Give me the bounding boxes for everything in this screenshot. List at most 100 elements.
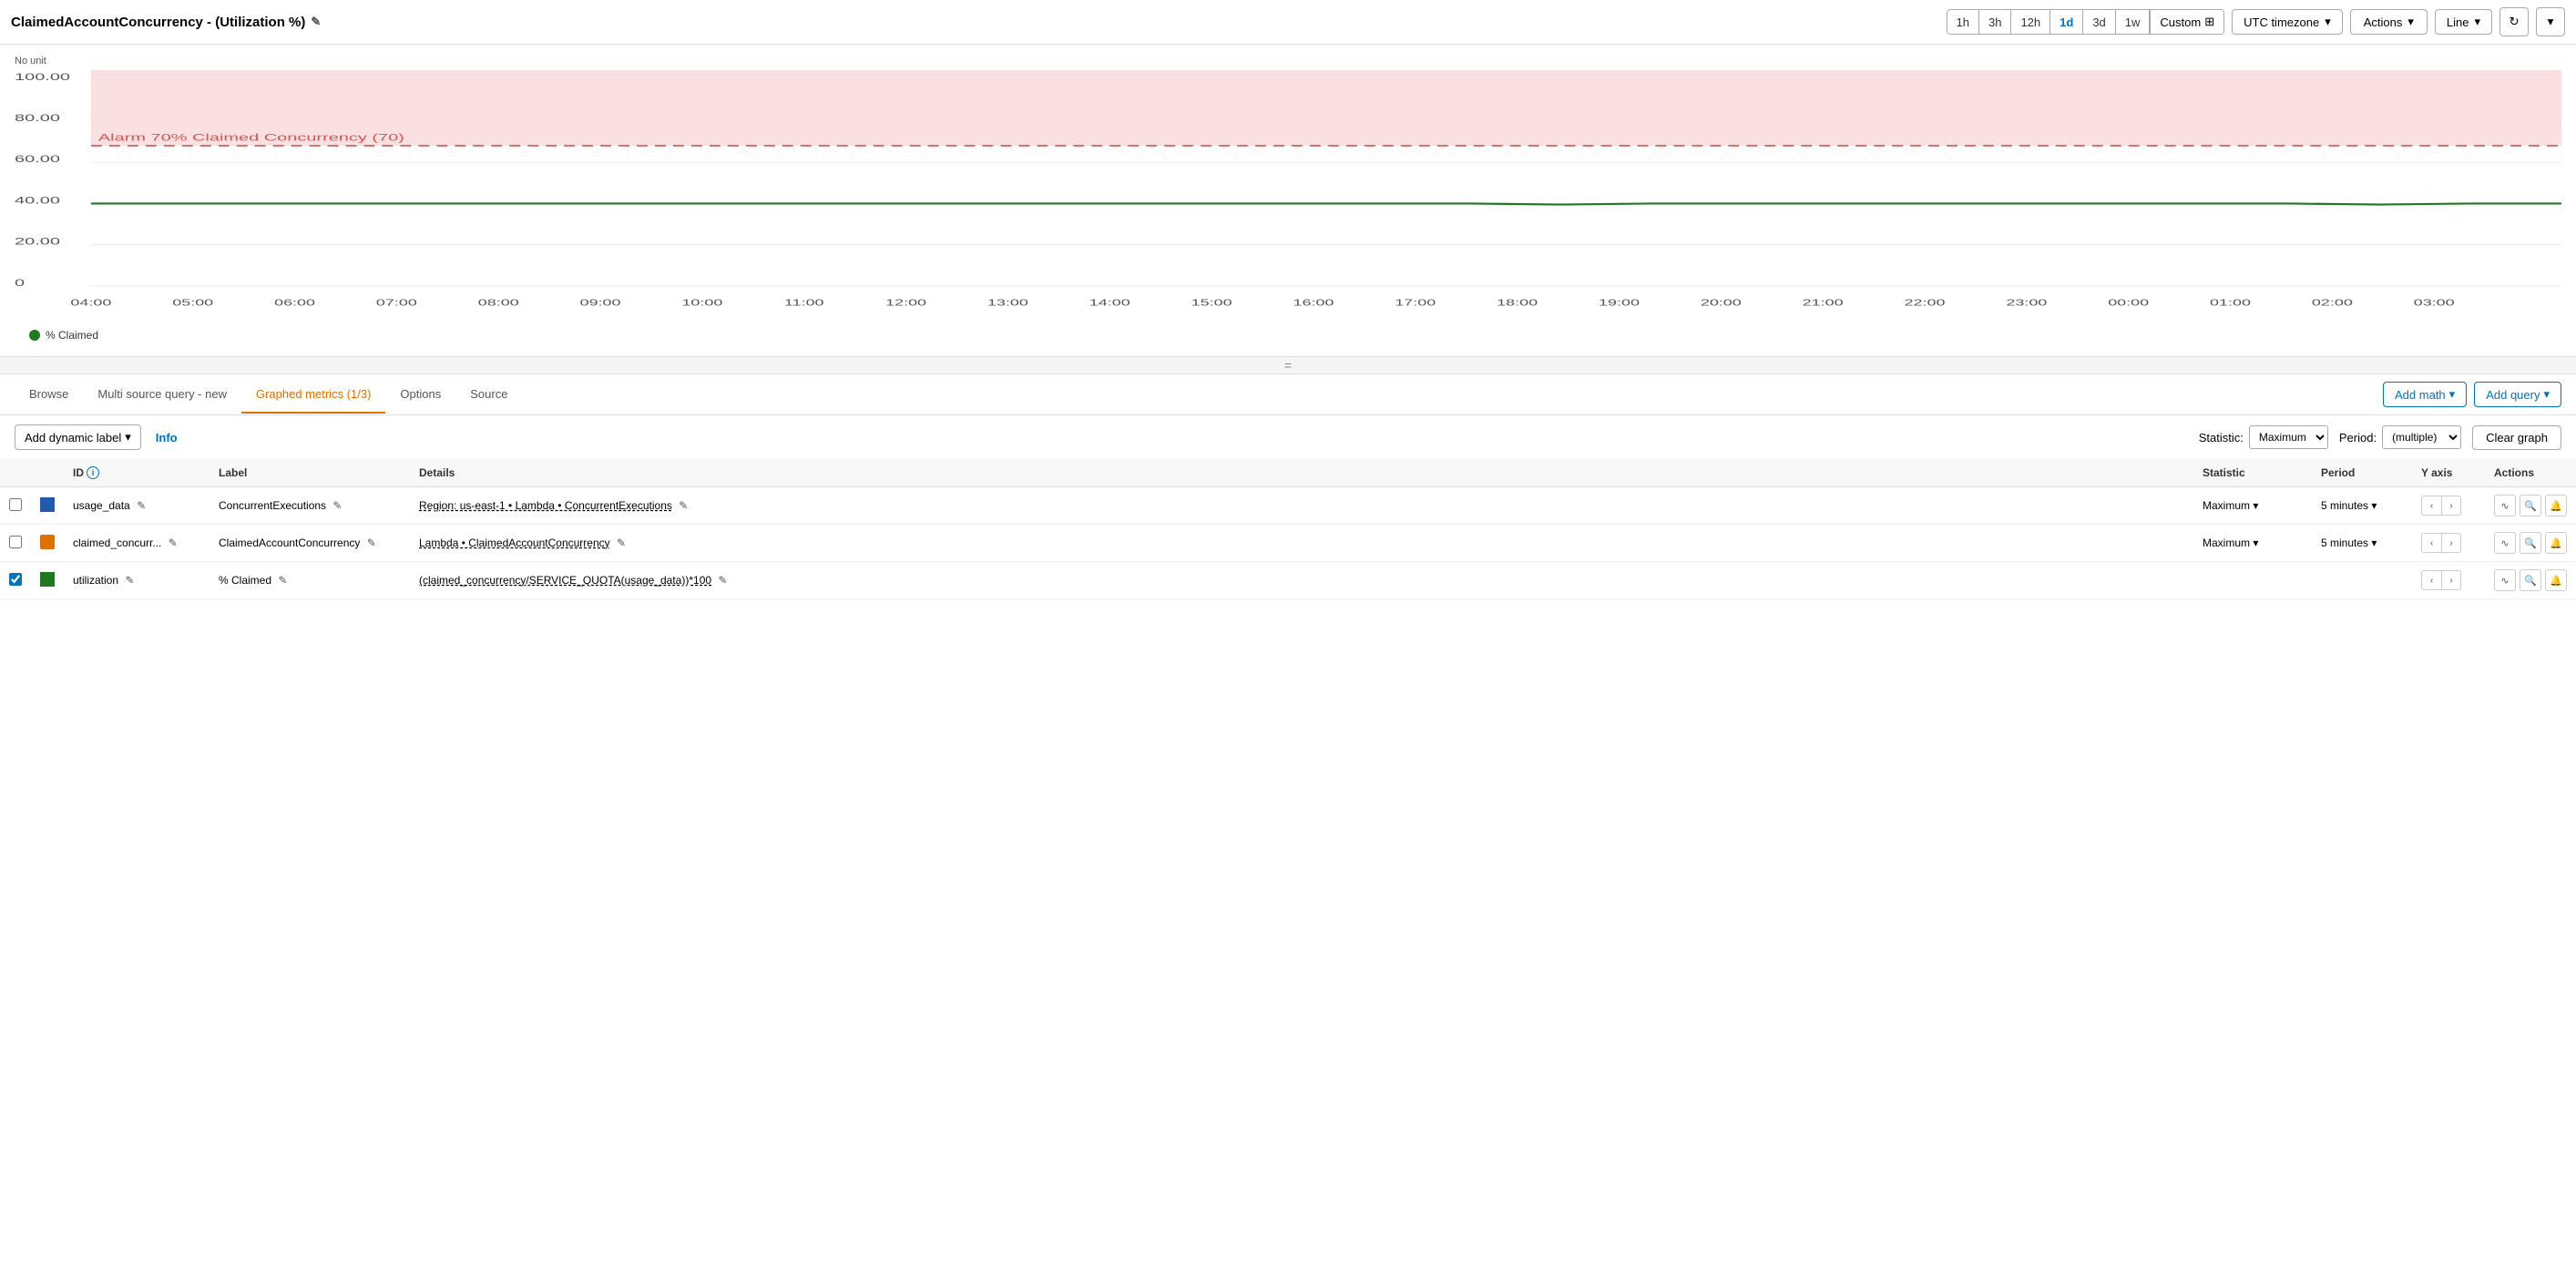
row2-actions-cell: ∿ 🔍 🔔 bbox=[2485, 525, 2576, 562]
time-3d[interactable]: 3d bbox=[2083, 10, 2115, 34]
timezone-dropdown[interactable]: UTC timezone ▾ bbox=[2232, 9, 2343, 35]
svg-text:0: 0 bbox=[15, 278, 25, 289]
svg-text:100.00: 100.00 bbox=[15, 71, 70, 82]
row3-label-edit-icon[interactable]: ✎ bbox=[278, 574, 287, 587]
row1-yaxis-left[interactable]: ‹ bbox=[2421, 496, 2441, 516]
time-range-selector: 1h 3h 12h 1d 3d 1w Custom ⊞ bbox=[1947, 9, 2225, 35]
row3-details-edit-icon[interactable]: ✎ bbox=[718, 574, 727, 587]
tab-options[interactable]: Options bbox=[385, 376, 455, 414]
statistic-dropdown[interactable]: Maximum Average Minimum Sum bbox=[2249, 425, 2328, 449]
row2-checkbox[interactable] bbox=[9, 536, 22, 548]
th-statistic: Statistic bbox=[2193, 459, 2312, 487]
svg-text:Alarm 70% Claimed Concurrency: Alarm 70% Claimed Concurrency (70) bbox=[98, 132, 404, 143]
row2-checkbox-cell bbox=[0, 525, 31, 562]
row1-id: usage_data bbox=[73, 499, 130, 512]
row1-yaxis-cell: ‹ › bbox=[2412, 487, 2485, 525]
row3-action-buttons: ∿ 🔍 🔔 bbox=[2494, 569, 2567, 591]
row3-trend-icon-button[interactable]: ∿ bbox=[2494, 569, 2516, 591]
row3-search-icon-button[interactable]: 🔍 bbox=[2520, 569, 2541, 591]
id-info-icon[interactable]: i bbox=[87, 466, 99, 479]
row2-period-dropdown-icon[interactable]: ▾ bbox=[2371, 537, 2377, 549]
more-options-button[interactable]: ▾ bbox=[2536, 7, 2565, 36]
tab-browse[interactable]: Browse bbox=[15, 376, 83, 414]
row2-yaxis-cell: ‹ › bbox=[2412, 525, 2485, 562]
row2-label-edit-icon[interactable]: ✎ bbox=[367, 537, 376, 549]
info-badge[interactable]: Info bbox=[156, 431, 178, 445]
row1-details-edit-icon[interactable]: ✎ bbox=[679, 499, 688, 512]
row1-action-buttons: ∿ 🔍 🔔 bbox=[2494, 495, 2567, 516]
row3-alarm-icon-button[interactable]: 🔔 bbox=[2545, 569, 2567, 591]
row1-label-edit-icon[interactable]: ✎ bbox=[332, 499, 342, 512]
actions-button[interactable]: Actions ▾ bbox=[2350, 9, 2428, 35]
row1-id-cell: usage_data ✎ bbox=[64, 487, 210, 525]
svg-text:13:00: 13:00 bbox=[987, 298, 1028, 308]
row2-details-edit-icon[interactable]: ✎ bbox=[617, 537, 626, 549]
refresh-button[interactable]: ↻ bbox=[2499, 7, 2529, 36]
time-12h[interactable]: 12h bbox=[2011, 10, 2050, 34]
row1-alarm-icon-button[interactable]: 🔔 bbox=[2545, 495, 2567, 516]
tab-graphed-metrics[interactable]: Graphed metrics (1/3) bbox=[241, 376, 385, 414]
row3-period-cell bbox=[2312, 562, 2412, 599]
row2-action-buttons: ∿ 🔍 🔔 bbox=[2494, 532, 2567, 554]
svg-text:06:00: 06:00 bbox=[274, 298, 315, 308]
add-math-button[interactable]: Add math ▾ bbox=[2383, 382, 2467, 407]
tabs-bar: Browse Multi source query - new Graphed … bbox=[0, 374, 2576, 415]
metrics-toolbar: Add dynamic label ▾ Info Statistic: Maxi… bbox=[0, 415, 2576, 459]
row2-id-cell: claimed_concurr... ✎ bbox=[64, 525, 210, 562]
row2-statistic-cell: Maximum ▾ bbox=[2193, 525, 2312, 562]
svg-text:21:00: 21:00 bbox=[1803, 298, 1844, 308]
time-1w[interactable]: 1w bbox=[2116, 10, 2151, 34]
chart-area: 100.00 80.00 60.00 40.00 20.00 0 Alarm 7… bbox=[15, 70, 2561, 325]
page-header: ClaimedAccountConcurrency - (Utilization… bbox=[0, 0, 2576, 45]
row2-yaxis-left[interactable]: ‹ bbox=[2421, 533, 2441, 553]
tab-multi-source[interactable]: Multi source query - new bbox=[83, 376, 241, 414]
add-query-button[interactable]: Add query ▾ bbox=[2474, 382, 2561, 407]
row2-search-icon-button[interactable]: 🔍 bbox=[2520, 532, 2541, 554]
clear-graph-button[interactable]: Clear graph bbox=[2472, 425, 2561, 450]
row2-alarm-icon-button[interactable]: 🔔 bbox=[2545, 532, 2567, 554]
row2-color-cell bbox=[31, 525, 64, 562]
row3-yaxis-left[interactable]: ‹ bbox=[2421, 570, 2441, 590]
add-dynamic-label-button[interactable]: Add dynamic label ▾ bbox=[15, 424, 141, 450]
row1-statistic-dropdown-icon[interactable]: ▾ bbox=[2253, 499, 2258, 512]
svg-text:02:00: 02:00 bbox=[2312, 298, 2353, 308]
row1-period-dropdown-icon[interactable]: ▾ bbox=[2371, 499, 2377, 512]
row2-trend-icon-button[interactable]: ∿ bbox=[2494, 532, 2516, 554]
row1-details[interactable]: Region: us-east-1 • Lambda • ConcurrentE… bbox=[419, 499, 672, 512]
row1-actions-cell: ∿ 🔍 🔔 bbox=[2485, 487, 2576, 525]
row3-checkbox[interactable] bbox=[9, 573, 22, 586]
th-label: Label bbox=[210, 459, 410, 487]
svg-text:20.00: 20.00 bbox=[15, 236, 60, 247]
row2-id-edit-icon[interactable]: ✎ bbox=[169, 537, 178, 549]
time-custom[interactable]: Custom ⊞ bbox=[2150, 10, 2223, 34]
title-edit-icon[interactable]: ✎ bbox=[311, 15, 321, 29]
svg-text:80.00: 80.00 bbox=[15, 113, 60, 124]
svg-text:18:00: 18:00 bbox=[1497, 298, 1538, 308]
th-details: Details bbox=[410, 459, 2193, 487]
legend-dot bbox=[29, 330, 40, 341]
row2-statistic-dropdown-icon[interactable]: ▾ bbox=[2253, 537, 2258, 549]
period-dropdown[interactable]: (multiple) 1 minute 5 minutes 1 hour bbox=[2382, 425, 2461, 449]
row2-yaxis-right[interactable]: › bbox=[2441, 533, 2461, 553]
metrics-table: ID i Label Details Statistic Period Y ax… bbox=[0, 459, 2576, 599]
time-1d[interactable]: 1d bbox=[2050, 10, 2083, 34]
tab-action-buttons: Add math ▾ Add query ▾ bbox=[2383, 374, 2561, 414]
row1-yaxis-right[interactable]: › bbox=[2441, 496, 2461, 516]
tab-source[interactable]: Source bbox=[455, 376, 522, 414]
row3-yaxis-right[interactable]: › bbox=[2441, 570, 2461, 590]
svg-text:09:00: 09:00 bbox=[580, 298, 621, 308]
time-3h[interactable]: 3h bbox=[1979, 10, 2011, 34]
row3-id-edit-icon[interactable]: ✎ bbox=[125, 574, 134, 587]
row1-trend-icon-button[interactable]: ∿ bbox=[2494, 495, 2516, 516]
row3-details[interactable]: (claimed_concurrency/SERVICE_QUOTA(usage… bbox=[419, 574, 711, 587]
row1-search-icon-button[interactable]: 🔍 bbox=[2520, 495, 2541, 516]
row3-yaxis-cell: ‹ › bbox=[2412, 562, 2485, 599]
row2-details[interactable]: Lambda • ClaimedAccountConcurrency bbox=[419, 537, 610, 549]
svg-text:00:00: 00:00 bbox=[2108, 298, 2149, 308]
panel-divider[interactable]: = bbox=[0, 356, 2576, 374]
time-1h[interactable]: 1h bbox=[1947, 10, 1979, 34]
chart-type-dropdown[interactable]: Line ▾ bbox=[2435, 9, 2492, 35]
row1-checkbox[interactable] bbox=[9, 498, 22, 511]
row1-id-edit-icon[interactable]: ✎ bbox=[137, 499, 146, 512]
th-id: ID i bbox=[64, 459, 210, 487]
